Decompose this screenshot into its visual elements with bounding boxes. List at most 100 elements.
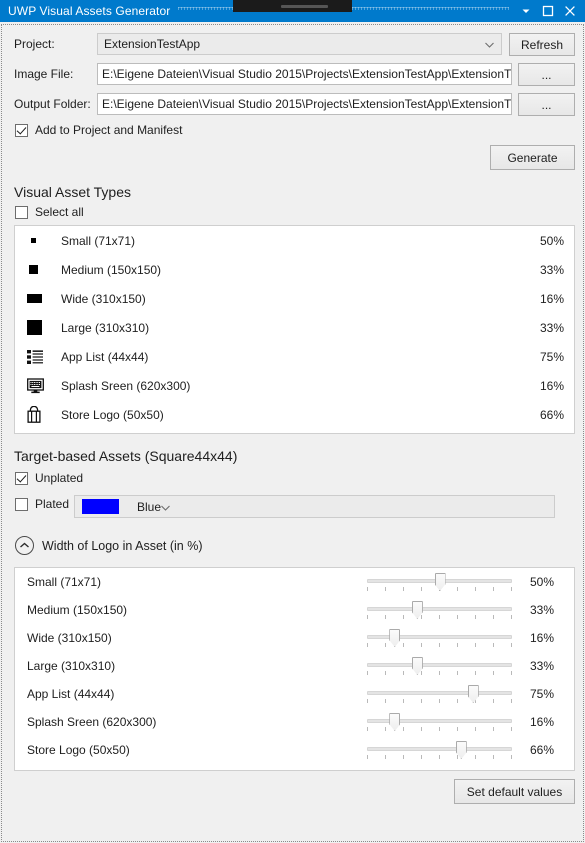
chevron-down-icon: [161, 500, 170, 514]
asset-type-name: Large (310x310): [61, 320, 150, 335]
width-slider-row[interactable]: Medium (150x150) 33%: [15, 596, 574, 624]
window-title: UWP Visual Assets Generator: [8, 4, 171, 18]
width-slider-label: Splash Sreen (620x300): [27, 715, 157, 729]
width-slider-label: Medium (150x150): [27, 603, 128, 617]
wide-tile-icon: [27, 294, 53, 303]
slider-track[interactable]: [367, 635, 512, 639]
slider-ticks: [367, 755, 512, 759]
asset-type-percent: 75%: [539, 349, 564, 364]
slider-ticks: [367, 615, 512, 619]
width-slider[interactable]: [367, 596, 512, 624]
width-slider[interactable]: [367, 568, 512, 596]
width-slider-row[interactable]: Wide (310x150) 16%: [15, 624, 574, 652]
splash-screen-icon: [27, 377, 53, 394]
width-slider-row[interactable]: Large (310x310) 33%: [15, 652, 574, 680]
width-slider-row[interactable]: App List (44x44) 75%: [15, 680, 574, 708]
plated-label: Plated: [35, 497, 70, 511]
asset-type-name: Wide (310x150): [61, 291, 146, 306]
title-bar-buttons: [515, 1, 585, 21]
output-folder-browse-button[interactable]: ...: [518, 93, 575, 116]
image-file-label: Image File:: [14, 67, 74, 81]
asset-types-listbox[interactable]: Small (71x71) 50% Medium (150x150) 33% Wide …: [14, 225, 575, 434]
set-default-values-button[interactable]: Set default values: [454, 779, 575, 804]
width-slider-percent: 50%: [530, 575, 555, 589]
select-all-label: Select all: [35, 205, 84, 219]
asset-types-title: Visual Asset Types: [14, 184, 131, 200]
asset-type-row[interactable]: Small (71x71) 50%: [15, 226, 574, 255]
close-icon[interactable]: [559, 1, 581, 21]
notch-speaker-bar: [281, 5, 328, 8]
slider-track[interactable]: [367, 719, 512, 723]
width-slider-label: Store Logo (50x50): [27, 743, 130, 757]
asset-type-row[interactable]: Large (310x310) 33%: [15, 313, 574, 342]
width-slider[interactable]: [367, 708, 512, 736]
output-folder-input[interactable]: E:\Eigene Dateien\Visual Studio 2015\Pro…: [97, 93, 512, 115]
large-tile-icon: [27, 320, 53, 335]
slider-track[interactable]: [367, 607, 512, 611]
width-slider-percent: 33%: [530, 603, 555, 617]
width-slider-row[interactable]: Small (71x71) 50%: [15, 568, 574, 596]
width-slider-percent: 16%: [530, 631, 555, 645]
refresh-button[interactable]: Refresh: [509, 33, 575, 56]
chevron-down-icon: [485, 37, 494, 51]
slider-ticks: [367, 727, 512, 731]
unplated-checkbox[interactable]: Unplated: [15, 471, 83, 485]
color-name: Blue: [137, 499, 162, 514]
chevron-down-icon[interactable]: [515, 1, 537, 21]
checkbox-box: [15, 497, 28, 511]
maximize-icon[interactable]: [537, 1, 559, 21]
width-slider[interactable]: [367, 652, 512, 680]
asset-type-name: Store Logo (50x50): [61, 407, 164, 422]
width-sliders-listbox[interactable]: Small (71x71) 50% Medium (150x150) 33% Wide …: [14, 567, 575, 771]
asset-type-percent: 33%: [539, 320, 564, 335]
chevron-up-icon: [15, 536, 34, 555]
tool-window: UWP Visual Assets Generator Project: Ext…: [0, 0, 585, 843]
width-slider-percent: 33%: [530, 659, 555, 673]
width-slider[interactable]: [367, 624, 512, 652]
asset-type-name: Splash Sreen (620x300): [61, 378, 191, 393]
project-label: Project:: [14, 37, 55, 51]
asset-type-row[interactable]: App List (44x44) 75%: [15, 342, 574, 371]
width-slider[interactable]: [367, 736, 512, 764]
asset-type-row[interactable]: Splash Sreen (620x300) 16%: [15, 371, 574, 400]
asset-type-row[interactable]: Wide (310x150) 16%: [15, 284, 574, 313]
screen-notch-overlay: [233, 0, 352, 12]
asset-type-name: App List (44x44): [61, 349, 149, 364]
app-list-icon: [27, 349, 53, 365]
unplated-label: Unplated: [35, 471, 84, 485]
slider-track[interactable]: [367, 747, 512, 751]
image-file-input[interactable]: E:\Eigene Dateien\Visual Studio 2015\Pro…: [97, 63, 512, 85]
medium-tile-icon: [27, 265, 53, 274]
slider-ticks: [367, 699, 512, 703]
asset-type-percent: 16%: [539, 378, 564, 393]
slider-track[interactable]: [367, 663, 512, 667]
width-slider-percent: 66%: [530, 743, 555, 757]
color-swatch: [82, 499, 119, 514]
generate-button[interactable]: Generate: [490, 145, 575, 170]
slider-ticks: [367, 671, 512, 675]
image-file-browse-button[interactable]: ...: [518, 63, 575, 86]
width-slider-label: App List (44x44): [27, 687, 115, 701]
project-combobox[interactable]: ExtensionTestApp: [97, 33, 502, 55]
add-to-project-checkbox[interactable]: Add to Project and Manifest: [15, 123, 182, 137]
asset-type-name: Medium (150x150): [61, 262, 162, 277]
add-to-project-label: Add to Project and Manifest: [35, 123, 183, 137]
asset-type-row[interactable]: Medium (150x150) 33%: [15, 255, 574, 284]
width-slider-label: Wide (310x150): [27, 631, 112, 645]
plated-checkbox[interactable]: Plated: [15, 497, 69, 511]
width-slider-row[interactable]: Store Logo (50x50) 66%: [15, 736, 574, 764]
width-slider-percent: 75%: [530, 687, 555, 701]
width-expander-header[interactable]: Width of Logo in Asset (in %): [15, 536, 203, 555]
asset-type-name: Small (71x71): [61, 233, 136, 248]
plate-color-combobox[interactable]: Blue: [74, 495, 555, 518]
target-based-title: Target-based Assets (Square44x44): [14, 448, 238, 464]
asset-type-percent: 66%: [539, 407, 564, 422]
output-folder-label: Output Folder:: [14, 97, 91, 111]
select-all-checkbox[interactable]: Select all: [15, 205, 84, 219]
checkbox-box: [15, 123, 28, 137]
slider-track[interactable]: [367, 691, 512, 695]
width-slider-row[interactable]: Splash Sreen (620x300) 16%: [15, 708, 574, 736]
asset-type-row[interactable]: Store Logo (50x50) 66%: [15, 400, 574, 429]
content-frame: Project: ExtensionTestApp Refresh Image …: [1, 24, 584, 842]
width-slider[interactable]: [367, 680, 512, 708]
